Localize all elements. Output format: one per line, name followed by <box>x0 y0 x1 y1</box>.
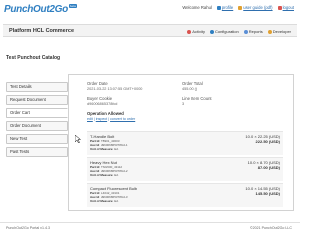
profile-icon <box>216 5 221 10</box>
nav-activity[interactable]: Activity <box>187 29 205 34</box>
line-item-count-value: 3 <box>182 102 185 106</box>
line-item-total: 87.00 (USD) <box>257 165 280 170</box>
sidebar-item-past-tests[interactable]: Past Tests <box>6 147 68 157</box>
line-item-uom: Unit of Measure: EA <box>90 147 119 151</box>
nav-reports-label: Reports <box>248 29 263 34</box>
page-title: Test Punchout Catalog <box>6 55 61 61</box>
platform-header: Platform HCL Commerce Activity Configura… <box>3 24 297 37</box>
user-guide-label: user guide (pdf) <box>243 5 273 10</box>
line-item-count-label: Line Item Count <box>182 96 212 101</box>
footer-copyright: ©2021 PunchOut2Go LLC <box>249 226 292 230</box>
welcome-text: Welcome Rahul <box>182 5 212 10</box>
operation-allowed-label: Operation Allowed <box>87 111 124 116</box>
link-separator: | <box>93 117 95 121</box>
nav-configuration[interactable]: Configuration <box>209 29 239 34</box>
side-nav: Test Details Request Document Order Cart… <box>6 82 68 160</box>
order-date-label: Order Date <box>87 81 108 86</box>
book-icon <box>238 5 243 10</box>
line-item-uom: Unit of Measure: EA <box>90 199 119 203</box>
user-nav: Welcome Rahul profile user guide (pdf) l… <box>182 5 294 10</box>
sidebar-item-order-document[interactable]: Order Document <box>6 121 68 131</box>
sidebar-item-request-document[interactable]: Request Document <box>6 95 68 105</box>
line-item: Compact Fluorescent Bulb Part Id: L4042_… <box>87 183 283 207</box>
sidebar-item-test-details[interactable]: Test Details <box>6 82 68 92</box>
configuration-icon <box>209 29 214 34</box>
footer: PunchOut2Go Portal v1.4.3 ©2021 PunchOut… <box>0 222 300 233</box>
line-item-uom: Unit of Measure: EA <box>90 173 119 177</box>
order-total-label: Order Total <box>182 81 203 86</box>
profile-label: profile <box>221 5 234 10</box>
platform-title: Platform HCL Commerce <box>9 28 74 34</box>
logo-badge: beta <box>68 4 77 8</box>
operation-links: edit | inspect | convert to order <box>87 117 135 121</box>
buyer-cookie-value: d96006865378fcd <box>87 102 118 106</box>
logo-text: PunchOut2Go <box>4 3 68 15</box>
activity-icon <box>187 29 192 34</box>
sidebar-item-new-test[interactable]: New Test <box>6 134 68 144</box>
convert-to-order-link[interactable]: convert to order <box>110 117 135 121</box>
developer-icon <box>267 29 272 34</box>
logout-link[interactable]: logout <box>277 5 294 10</box>
edit-link[interactable]: edit <box>87 117 93 121</box>
nav-activity-label: Activity <box>192 29 205 34</box>
line-item: T-Handle Bolt Part Id: T8901_43003 Aux I… <box>87 131 283 155</box>
nav-developer-label: Developer <box>272 29 291 34</box>
nav-configuration-label: Configuration <box>214 29 239 34</box>
order-total-value: 455.00 () <box>182 87 198 91</box>
line-item-total: 222.50 (USD) <box>255 139 280 144</box>
link-separator: | <box>108 117 110 121</box>
top-bar: PunchOut2Go beta Welcome Rahul profile u… <box>0 0 300 19</box>
logo[interactable]: PunchOut2Go beta <box>4 3 77 15</box>
logout-icon <box>277 5 282 10</box>
user-guide-link[interactable]: user guide (pdf) <box>238 5 273 10</box>
reports-icon <box>243 29 248 34</box>
sidebar-item-order-cart[interactable]: Order Cart <box>6 108 68 118</box>
nav-reports[interactable]: Reports <box>243 29 263 34</box>
order-cart-panel: Order Date 2021-03-22 13:07:55 GMT+0000 … <box>68 74 294 211</box>
buyer-cookie-label: Buyer Cookie <box>87 96 113 101</box>
mouse-cursor-icon <box>75 135 81 143</box>
nav-developer[interactable]: Developer <box>267 29 291 34</box>
header-nav: Activity Configuration Reports Developer <box>187 29 291 34</box>
line-item: Heavy Hex Nut Part Id: TNG500_43112 Aux … <box>87 157 283 181</box>
logout-label: logout <box>282 5 294 10</box>
order-date-value: 2021-03-22 13:07:55 GMT+0000 <box>87 87 143 91</box>
footer-version: PunchOut2Go Portal v1.4.3 <box>6 226 50 230</box>
line-item-total: 145.50 (USD) <box>255 191 280 196</box>
profile-link[interactable]: profile <box>216 5 234 10</box>
inspect-link[interactable]: inspect <box>96 117 107 121</box>
